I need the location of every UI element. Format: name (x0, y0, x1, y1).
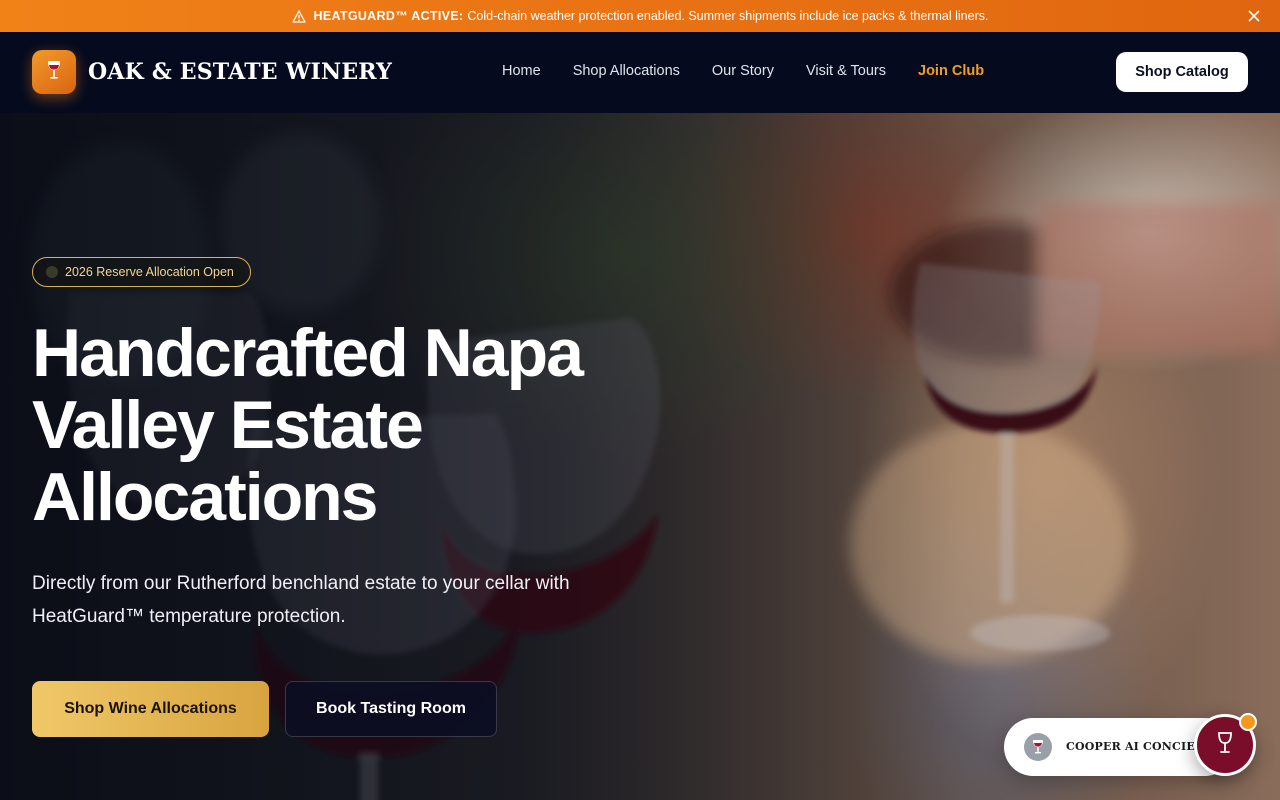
notification-dot (1239, 713, 1257, 731)
nav-home[interactable]: Home (502, 63, 541, 79)
badge-label: 2026 Reserve Allocation Open (65, 265, 234, 279)
nav-visit-tours[interactable]: Visit & Tours (806, 63, 886, 79)
close-icon[interactable] (1246, 8, 1262, 24)
wine-glass-icon (1024, 733, 1052, 761)
nav-our-story[interactable]: Our Story (712, 63, 774, 79)
main-nav: Home Shop Allocations Our Story Visit & … (502, 63, 984, 79)
shop-wine-allocations-button[interactable]: Shop Wine Allocations (32, 681, 269, 737)
wine-glass-icon (1215, 731, 1235, 760)
warning-triangle-icon (291, 9, 306, 23)
hero-section: 2026 Reserve Allocation Open Handcrafted… (0, 113, 1280, 800)
alert-label: HEATGUARD™ ACTIVE: (313, 9, 464, 23)
hero-subtitle: Directly from our Rutherford benchland e… (32, 573, 570, 627)
hero-headline: Handcrafted Napa Valley Estate Allocatio… (32, 315, 584, 535)
status-dot-icon (46, 266, 58, 278)
book-tasting-room-button[interactable]: Book Tasting Room (285, 681, 497, 737)
alert-message: Cold-chain weather protection enabled. S… (467, 9, 989, 23)
wine-glass-icon (44, 59, 64, 86)
shop-catalog-button[interactable]: Shop Catalog (1116, 52, 1248, 92)
nav-join-club[interactable]: Join Club (918, 63, 984, 79)
site-header: OAK & ESTATE WINERY Home Shop Allocation… (0, 32, 1280, 113)
nav-shop-allocations[interactable]: Shop Allocations (573, 63, 680, 79)
heatguard-alert-bar: HEATGUARD™ ACTIVE: Cold-chain weather pr… (0, 0, 1280, 32)
allocation-badge: 2026 Reserve Allocation Open (32, 257, 251, 287)
logo[interactable] (32, 50, 76, 94)
brand-name[interactable]: OAK & ESTATE WINERY (88, 59, 392, 85)
